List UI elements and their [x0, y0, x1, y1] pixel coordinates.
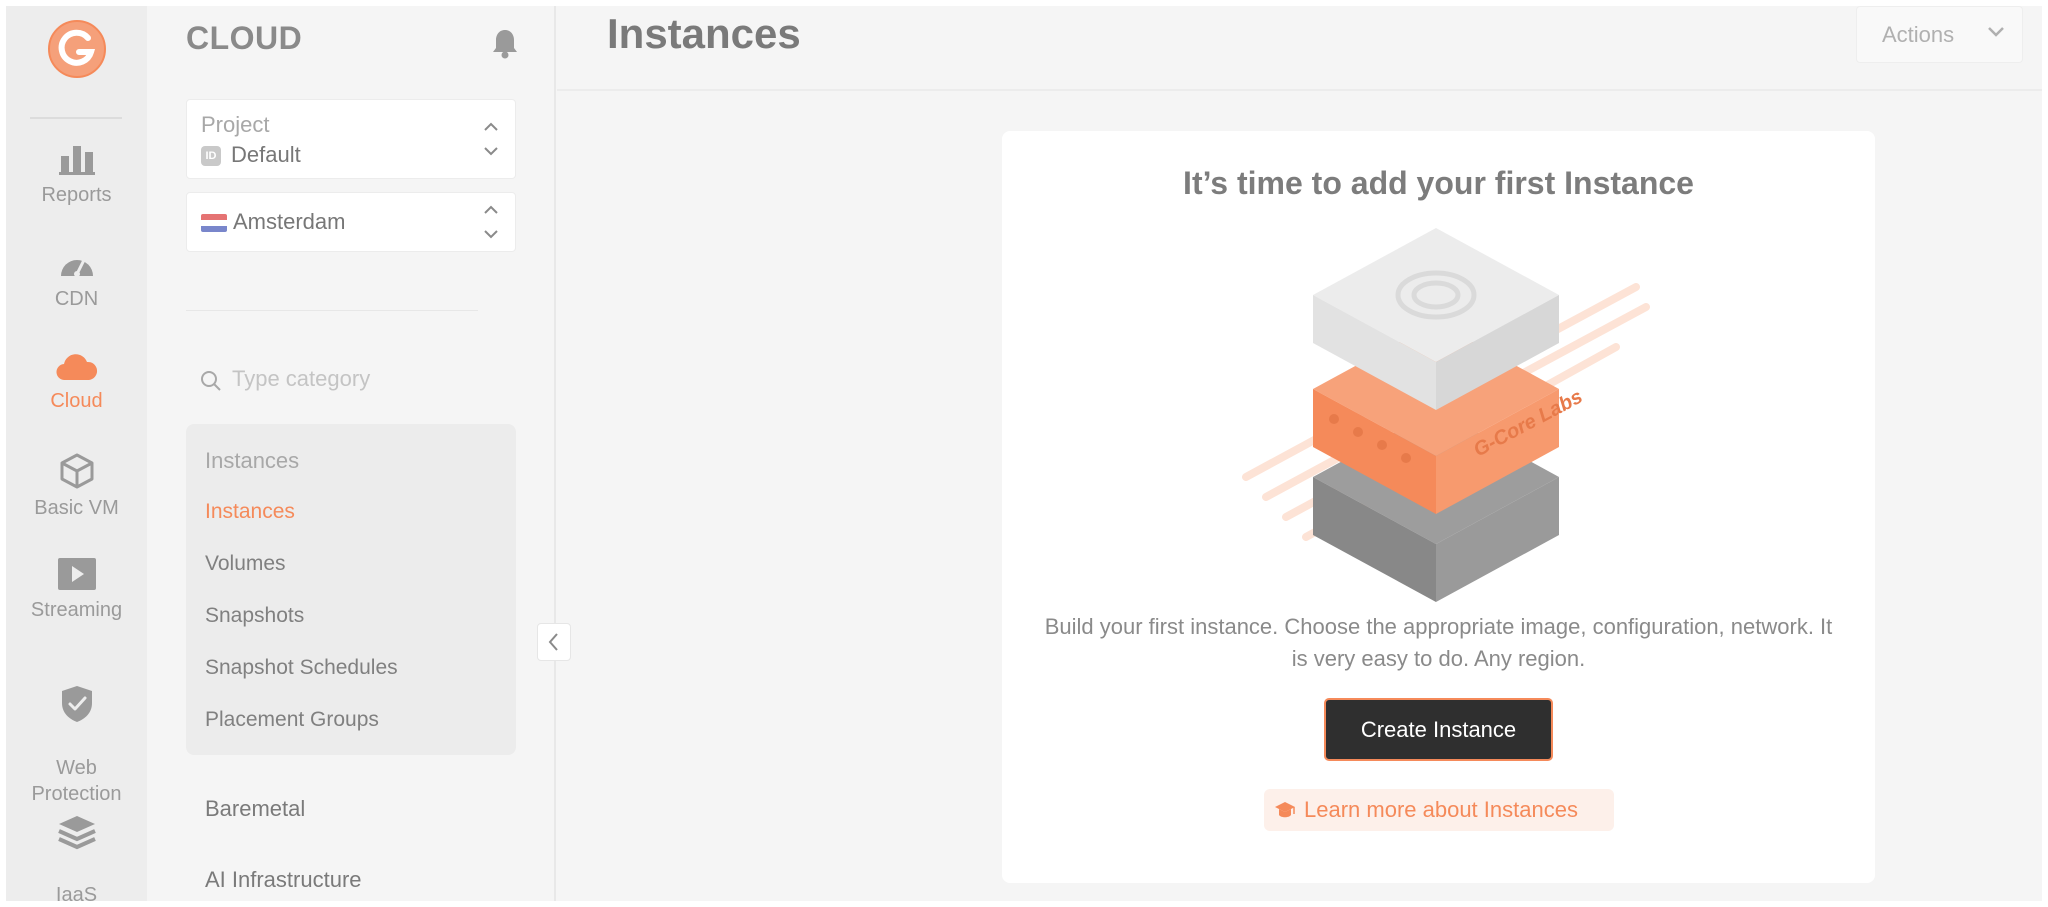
rail-item-iaas-protection[interactable]: IaaS Protection — [6, 788, 147, 901]
id-badge-icon: ID — [201, 146, 221, 166]
rail-label-iaas-protection: IaaS Protection — [55, 884, 98, 901]
chevron-left-icon — [548, 633, 558, 651]
rail-label-basic-vm: Basic VM — [34, 497, 119, 519]
learn-more-link[interactable]: Learn more about Instances — [1264, 789, 1614, 831]
empty-state-card: It’s time to add your first Instance G-C… — [1002, 131, 1875, 883]
rail-label-cdn: CDN — [54, 288, 99, 310]
rail-label-reports: Reports — [41, 184, 112, 206]
instances-menu-group: Instances Instances Volumes Snapshots Sn… — [186, 424, 516, 755]
menu-group-heading: Instances — [205, 448, 300, 473]
chevron-updown-icon — [484, 122, 498, 156]
project-select-label: Project — [201, 112, 270, 137]
layers-icon — [57, 816, 96, 850]
speedometer-icon — [60, 258, 93, 277]
project-select-value: Default — [231, 142, 301, 167]
cube-icon — [60, 453, 93, 489]
graduation-cap-icon — [1275, 802, 1295, 818]
empty-state-description: Build your first instance. Choose the ap… — [1044, 614, 1833, 671]
rail-item-cdn[interactable]: CDN — [6, 248, 147, 312]
search-input-placeholder[interactable]: Type category — [232, 366, 370, 392]
create-instance-button[interactable]: Create Instance — [1324, 698, 1553, 761]
chevron-down-icon — [1988, 27, 2004, 37]
page-title: Instances — [607, 10, 801, 57]
cloud-sidebar: CLOUD Project ID Default Amsterdam Type … — [147, 6, 556, 901]
project-select[interactable]: Project ID Default — [186, 99, 516, 179]
rail-item-cloud[interactable]: Cloud — [6, 350, 147, 414]
gcore-logo[interactable] — [46, 18, 108, 80]
menu-item-volumes[interactable]: Volumes — [205, 552, 286, 576]
rail-item-basic-vm[interactable]: Basic VM — [6, 453, 147, 521]
menu-item-snapshots[interactable]: Snapshots — [205, 604, 304, 628]
region-select[interactable]: Amsterdam — [186, 192, 516, 252]
rail-item-streaming[interactable]: Streaming — [6, 557, 147, 623]
shield-icon — [61, 686, 92, 722]
sidebar-divider — [186, 310, 478, 311]
search-icon — [201, 371, 221, 391]
rail-item-reports[interactable]: Reports — [6, 142, 147, 208]
collapse-sidebar-button[interactable] — [537, 623, 571, 661]
cloud-icon — [55, 354, 97, 381]
netherlands-flag-icon — [201, 214, 227, 232]
actions-dropdown[interactable]: Actions — [1856, 6, 2023, 63]
bell-icon[interactable] — [488, 26, 522, 60]
play-icon — [57, 558, 96, 590]
rail-label-cloud: Cloud — [50, 390, 103, 412]
rail-item-web-protection[interactable]: Web Protection — [6, 659, 147, 807]
empty-state-title: It’s time to add your first Instance — [1183, 165, 1694, 201]
chevron-updown-icon — [484, 205, 498, 239]
server-stack-illustration: G-Core Labs — [1242, 228, 1650, 602]
page-header: Instances Actions — [557, 6, 2042, 91]
bar-chart-icon — [58, 146, 95, 175]
app-window: Reports CDN Cloud Basic VM Streaming Web… — [6, 6, 2042, 901]
learn-more-label: Learn more about Instances — [1304, 797, 1578, 822]
menu-item-instances[interactable]: Instances — [205, 500, 295, 524]
sidebar-brand-title: CLOUD — [186, 20, 303, 56]
product-rail: Reports CDN Cloud Basic VM Streaming Web… — [6, 6, 147, 901]
category-search[interactable]: Type category — [186, 360, 516, 400]
rail-label-streaming: Streaming — [30, 599, 123, 621]
menu-item-placement-groups[interactable]: Placement Groups — [205, 708, 379, 732]
section-baremetal[interactable]: Baremetal — [205, 796, 305, 822]
region-select-value: Amsterdam — [233, 209, 346, 234]
section-ai-infrastructure[interactable]: AI Infrastructure — [205, 867, 362, 893]
actions-label: Actions — [1882, 22, 1955, 47]
rail-divider — [30, 117, 122, 119]
menu-item-snapshot-schedules[interactable]: Snapshot Schedules — [205, 656, 398, 680]
